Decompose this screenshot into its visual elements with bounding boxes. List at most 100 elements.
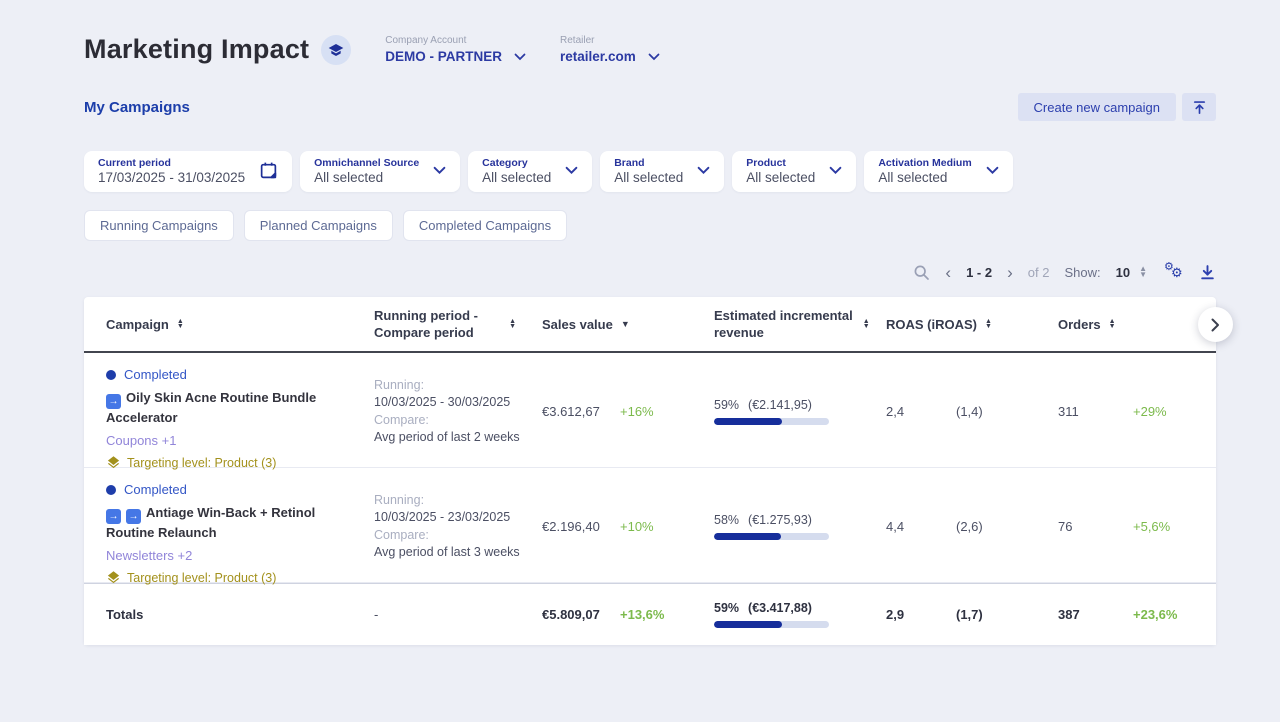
upload-button[interactable] (1182, 93, 1216, 121)
filter-label: Omnichannel Source (314, 157, 419, 169)
column-header-incremental-revenue[interactable]: Estimated incremental revenue ▲▼ (714, 307, 886, 341)
chevron-down-icon (829, 166, 842, 175)
campaign-name[interactable]: →→Antiage Win-Back + Retinol Routine Rel… (106, 504, 346, 541)
status-badge: Completed (124, 482, 187, 497)
page-size-stepper[interactable]: ▲ ▼ (1139, 266, 1147, 278)
sort-icon[interactable]: ▲▼ (509, 319, 516, 329)
filter-brand[interactable]: Brand All selected (600, 151, 724, 192)
filter-current-period[interactable]: Current period 17/03/2025 - 31/03/2025 (84, 151, 292, 192)
table-row[interactable]: Completed →→Antiage Win-Back + Retinol R… (84, 468, 1216, 583)
iroas-value: (1,4) (956, 404, 983, 419)
orders-change: +5,6% (1133, 519, 1170, 534)
targeting-level: Targeting level: Product (3) (106, 570, 374, 585)
create-new-campaign-button[interactable]: Create new campaign (1018, 93, 1176, 121)
chevron-down-icon (697, 166, 710, 175)
campaign-state-tabs: Running Campaigns Planned Campaigns Comp… (84, 210, 1216, 241)
step-down-icon[interactable]: ▼ (1139, 272, 1147, 278)
upload-icon (1192, 100, 1207, 115)
graduation-cap-badge[interactable] (321, 35, 351, 65)
filter-category[interactable]: Category All selected (468, 151, 592, 192)
totals-row: Totals - €5.809,07 +13,6% 59% (€3.417,88… (84, 583, 1216, 645)
orders-cell: 76 +5,6% (1058, 519, 1216, 534)
column-header-sales-value[interactable]: Sales value ▼ (542, 317, 714, 332)
column-header-orders[interactable]: Orders ▲▼ (1058, 317, 1216, 332)
sales-value-cell: €3.612,67 +16% (542, 404, 714, 419)
retailer-label: Retailer (560, 35, 660, 46)
filter-value: All selected (746, 170, 815, 185)
column-header-roas[interactable]: ROAS (iROAS) ▲▼ (886, 317, 1058, 332)
tab-planned-campaigns[interactable]: Planned Campaigns (244, 210, 393, 241)
campaigns-table: Campaign ▲▼ Running period - Compare per… (84, 297, 1216, 645)
filter-product[interactable]: Product All selected (732, 151, 856, 192)
totals-roas-cell: 2,9 (1,7) (886, 607, 1058, 622)
chevron-right-icon (1211, 318, 1220, 332)
period-cell: Running: 10/03/2025 - 23/03/2025 Compare… (374, 492, 542, 562)
totals-incremental-cell: 59% (€3.417,88) (714, 601, 886, 628)
activation-arrow-icon: → (126, 509, 141, 524)
filter-value: All selected (314, 170, 419, 185)
roas-cell: 4,4 (2,6) (886, 519, 1058, 534)
status-dot-icon (106, 370, 116, 380)
sort-icon[interactable]: ▲▼ (863, 319, 870, 329)
page-total: of 2 (1028, 265, 1050, 280)
filter-label: Current period (98, 157, 245, 169)
incremental-progress-bar (714, 418, 829, 425)
filter-label: Brand (614, 157, 683, 169)
orders-cell: 311 +29% (1058, 404, 1216, 419)
sort-icon[interactable]: ▲▼ (985, 319, 992, 329)
column-settings-button[interactable]: ⚙ ⚙ (1164, 263, 1184, 281)
campaign-name[interactable]: →Oily Skin Acne Routine Bundle Accelerat… (106, 389, 346, 426)
table-header-row: Campaign ▲▼ Running period - Compare per… (84, 297, 1216, 353)
next-page-icon[interactable]: › (1007, 264, 1013, 281)
filter-label: Activation Medium (878, 157, 971, 169)
totals-sales-cell: €5.809,07 +13,6% (542, 607, 714, 622)
period-cell: Running: 10/03/2025 - 30/03/2025 Compare… (374, 377, 542, 447)
sort-descending-icon[interactable]: ▼ (621, 319, 630, 329)
company-account-selector[interactable]: Company Account DEMO - PARTNER (385, 35, 526, 64)
company-account-label: Company Account (385, 35, 526, 46)
previous-page-icon[interactable]: ‹ (945, 264, 951, 281)
company-account-value: DEMO - PARTNER (385, 49, 502, 64)
filter-value: All selected (482, 170, 551, 185)
section-row: My Campaigns Create new campaign (84, 93, 1216, 121)
graduation-cap-icon (328, 42, 344, 58)
gear-icon: ⚙ (1171, 265, 1183, 281)
sales-change: +10% (620, 519, 654, 534)
campaign-cell: Completed →→Antiage Win-Back + Retinol R… (106, 468, 374, 585)
filter-omnichannel-source[interactable]: Omnichannel Source All selected (300, 151, 460, 192)
section-title: My Campaigns (84, 99, 190, 116)
page-title: Marketing Impact (84, 34, 309, 65)
tab-completed-campaigns[interactable]: Completed Campaigns (403, 210, 567, 241)
show-label: Show: (1064, 265, 1100, 280)
column-header-running-period[interactable]: Running period - Compare period ▲▼ (374, 307, 542, 341)
filter-label: Category (482, 157, 551, 169)
status-dot-icon (106, 485, 116, 495)
sales-change: +16% (620, 404, 654, 419)
sort-icon[interactable]: ▲▼ (1109, 319, 1116, 329)
calendar-icon (259, 161, 278, 180)
scroll-right-button[interactable] (1198, 307, 1233, 342)
layers-icon (106, 570, 121, 585)
download-icon[interactable] (1199, 264, 1216, 281)
table-toolbar: ‹ 1 - 2 › of 2 Show: 10 ▲ ▼ ⚙ ⚙ (84, 257, 1216, 287)
retailer-selector[interactable]: Retailer retailer.com (560, 35, 660, 64)
filter-activation-medium[interactable]: Activation Medium All selected (864, 151, 1012, 192)
campaign-channels-link[interactable]: Newsletters +2 (106, 548, 374, 563)
sort-icon[interactable]: ▲▼ (177, 319, 184, 329)
column-header-campaign[interactable]: Campaign ▲▼ (106, 317, 374, 332)
page-size-value[interactable]: 10 (1116, 265, 1130, 280)
totals-sales-change: +13,6% (620, 607, 664, 622)
activation-arrow-icon: → (106, 394, 121, 409)
totals-label: Totals (106, 607, 374, 622)
page: Marketing Impact Company Account DEMO - … (0, 0, 1280, 645)
status-badge: Completed (124, 367, 187, 382)
search-icon[interactable] (913, 264, 930, 281)
table-row[interactable]: Completed →Oily Skin Acne Routine Bundle… (84, 353, 1216, 468)
filter-value: All selected (614, 170, 683, 185)
chevron-down-icon (648, 53, 660, 61)
totals-orders-change: +23,6% (1133, 607, 1177, 622)
tab-running-campaigns[interactable]: Running Campaigns (84, 210, 234, 241)
incremental-revenue-cell: 59% (€2.141,95) (714, 398, 886, 425)
campaign-channels-link[interactable]: Coupons +1 (106, 433, 374, 448)
retailer-value: retailer.com (560, 49, 636, 64)
